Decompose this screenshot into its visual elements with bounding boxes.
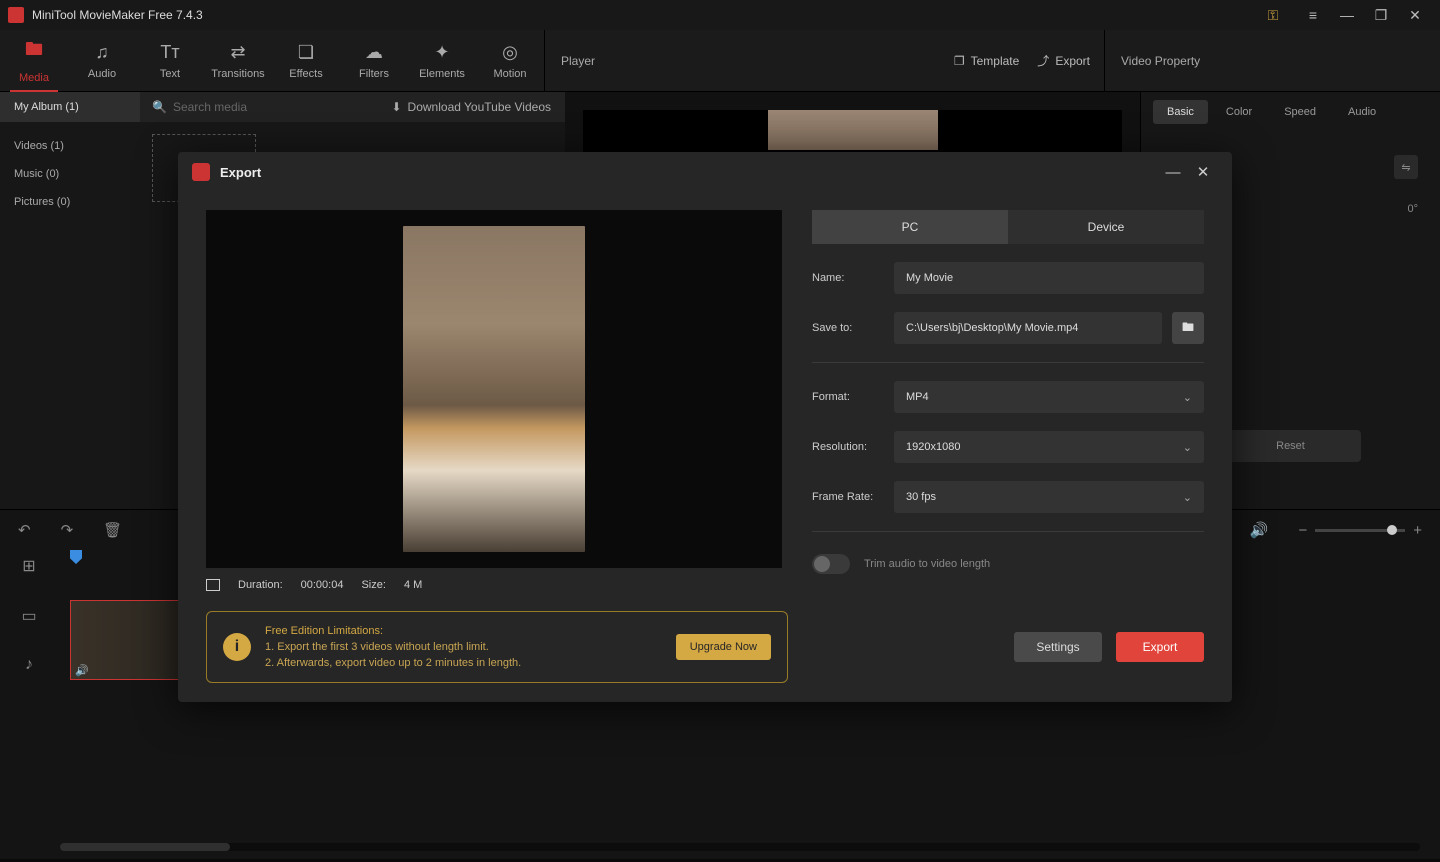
name-label: Name:	[812, 272, 884, 284]
prop-tab-basic[interactable]: Basic	[1153, 100, 1208, 124]
sidebar-item-videos[interactable]: Videos (1)	[0, 132, 140, 160]
duration-label: Duration:	[238, 579, 283, 591]
export-preview	[206, 210, 782, 568]
tab-transitions[interactable]: ⇄Transitions	[204, 30, 272, 91]
delete-icon[interactable]: 🗑	[103, 521, 122, 539]
zoom-out-icon[interactable]: −	[1298, 522, 1307, 539]
redo-icon[interactable]: ↷	[61, 521, 74, 539]
audio-track-icon: ♪	[25, 656, 33, 674]
chevron-down-icon: ⌄	[1183, 491, 1192, 504]
folder-icon: 🖿	[1182, 318, 1194, 339]
minimize-icon[interactable]: —	[1330, 0, 1364, 30]
limits-line1: 1. Export the first 3 videos without len…	[265, 639, 662, 655]
export-icon: ⤴	[1037, 52, 1049, 69]
playhead[interactable]	[70, 550, 82, 564]
chevron-down-icon: ⌄	[1183, 441, 1192, 454]
tab-effects[interactable]: ❏Effects	[272, 30, 340, 91]
titlebar: MiniTool MovieMaker Free 7.4.3 ⚿ ≡ — ❐ ✕	[0, 0, 1440, 30]
export-tab-device[interactable]: Device	[1008, 210, 1204, 244]
chevron-down-icon: ⌄	[1183, 391, 1192, 404]
effects-icon: ❏	[298, 42, 314, 63]
zoom-slider[interactable]: − +	[1298, 522, 1422, 539]
maximize-icon[interactable]: ❐	[1364, 0, 1398, 30]
limits-line2: 2. Afterwards, export video up to 2 minu…	[265, 655, 662, 671]
download-icon: ⬇	[391, 100, 401, 114]
flip-icon[interactable]: ⇋	[1394, 155, 1418, 179]
zoom-in-icon[interactable]: +	[1413, 522, 1422, 539]
speaker-icon[interactable]: 🔊	[1250, 521, 1269, 539]
sidebar-item-pictures[interactable]: Pictures (0)	[0, 188, 140, 216]
tab-motion[interactable]: ◎Motion	[476, 30, 544, 91]
resolution-select[interactable]: 1920x1080⌄	[894, 431, 1204, 463]
size-value: 4 M	[404, 579, 422, 591]
download-youtube-button[interactable]: ⬇Download YouTube Videos	[391, 100, 565, 114]
info-icon: i	[223, 633, 251, 661]
clip-audio-icon: 🔊	[75, 664, 89, 677]
filters-icon: ☁	[365, 42, 383, 63]
settings-button[interactable]: Settings	[1014, 632, 1102, 662]
duration-value: 00:00:04	[301, 579, 344, 591]
tab-elements[interactable]: ✦Elements	[408, 30, 476, 91]
prop-tab-color[interactable]: Color	[1212, 100, 1266, 124]
format-select[interactable]: MP4⌄	[894, 381, 1204, 413]
trim-audio-label: Trim audio to video length	[864, 558, 990, 570]
saveto-label: Save to:	[812, 322, 884, 334]
player-panel-label: Player ❐Template ⤴Export	[544, 30, 1104, 91]
framerate-select[interactable]: 30 fps⌄	[894, 481, 1204, 513]
timeline-scrollbar[interactable]	[60, 843, 1420, 851]
tab-filters[interactable]: ☁Filters	[340, 30, 408, 91]
size-label: Size:	[361, 579, 385, 591]
app-logo-icon	[8, 7, 24, 23]
export-button[interactable]: ⤴Export	[1037, 52, 1090, 69]
music-note-icon: ♫	[95, 42, 109, 63]
motion-icon: ◎	[502, 42, 518, 63]
tab-audio[interactable]: ♫Audio	[68, 30, 136, 91]
prop-tab-speed[interactable]: Speed	[1270, 100, 1330, 124]
upgrade-now-button[interactable]: Upgrade Now	[676, 634, 771, 660]
export-logo-icon	[192, 163, 210, 181]
export-confirm-button[interactable]: Export	[1116, 632, 1204, 662]
license-key-icon[interactable]: ⚿	[1256, 0, 1290, 30]
undo-icon[interactable]: ↶	[18, 521, 31, 539]
limits-heading: Free Edition Limitations:	[265, 623, 662, 639]
add-track-icon[interactable]: ⊞	[22, 556, 35, 576]
export-dialog: Export — ✕ Duration: 00:00:04 Size: 4 M …	[178, 152, 1232, 702]
framerate-label: Frame Rate:	[812, 491, 884, 503]
elements-icon: ✦	[434, 42, 449, 63]
search-media-input[interactable]: 🔍Search media	[140, 100, 391, 114]
dialog-minimize-icon[interactable]: —	[1158, 164, 1188, 181]
resolution-label: Resolution:	[812, 441, 884, 453]
prop-tab-audio[interactable]: Audio	[1334, 100, 1390, 124]
search-icon: 🔍	[152, 100, 167, 114]
hamburger-menu-icon[interactable]: ≡	[1296, 0, 1330, 30]
template-button[interactable]: ❐Template	[954, 54, 1019, 68]
app-title: MiniTool MovieMaker Free 7.4.3	[32, 8, 1256, 22]
tab-text[interactable]: TтText	[136, 30, 204, 91]
video-property-label: Video Property	[1104, 30, 1404, 91]
rotate-value: 0°	[1407, 203, 1418, 215]
text-icon: Tт	[160, 42, 179, 63]
tab-media[interactable]: 🖿Media	[0, 30, 68, 91]
template-icon: ❐	[954, 54, 965, 68]
video-track-icon: ▭	[21, 606, 36, 626]
preview-thumbnail	[768, 110, 938, 150]
format-label: Format:	[812, 391, 884, 403]
dialog-close-icon[interactable]: ✕	[1188, 163, 1218, 181]
close-window-icon[interactable]: ✕	[1398, 0, 1432, 30]
free-edition-warning: i Free Edition Limitations: 1. Export th…	[206, 611, 788, 683]
folder-icon: 🖿	[25, 37, 43, 67]
my-album-tab[interactable]: My Album (1)	[0, 92, 140, 122]
sidebar-item-music[interactable]: Music (0)	[0, 160, 140, 188]
export-title: Export	[220, 165, 1158, 180]
film-icon	[206, 579, 220, 591]
trim-audio-toggle[interactable]	[812, 554, 850, 574]
browse-folder-button[interactable]: 🖿	[1172, 312, 1204, 344]
name-input[interactable]: My Movie	[894, 262, 1204, 294]
export-tab-pc[interactable]: PC	[812, 210, 1008, 244]
reset-button[interactable]: Reset	[1221, 430, 1361, 462]
toolbar: 🖿Media ♫Audio TтText ⇄Transitions ❏Effec…	[0, 30, 1440, 92]
transitions-icon: ⇄	[230, 42, 245, 63]
saveto-input[interactable]: C:\Users\bj\Desktop\My Movie.mp4	[894, 312, 1162, 344]
